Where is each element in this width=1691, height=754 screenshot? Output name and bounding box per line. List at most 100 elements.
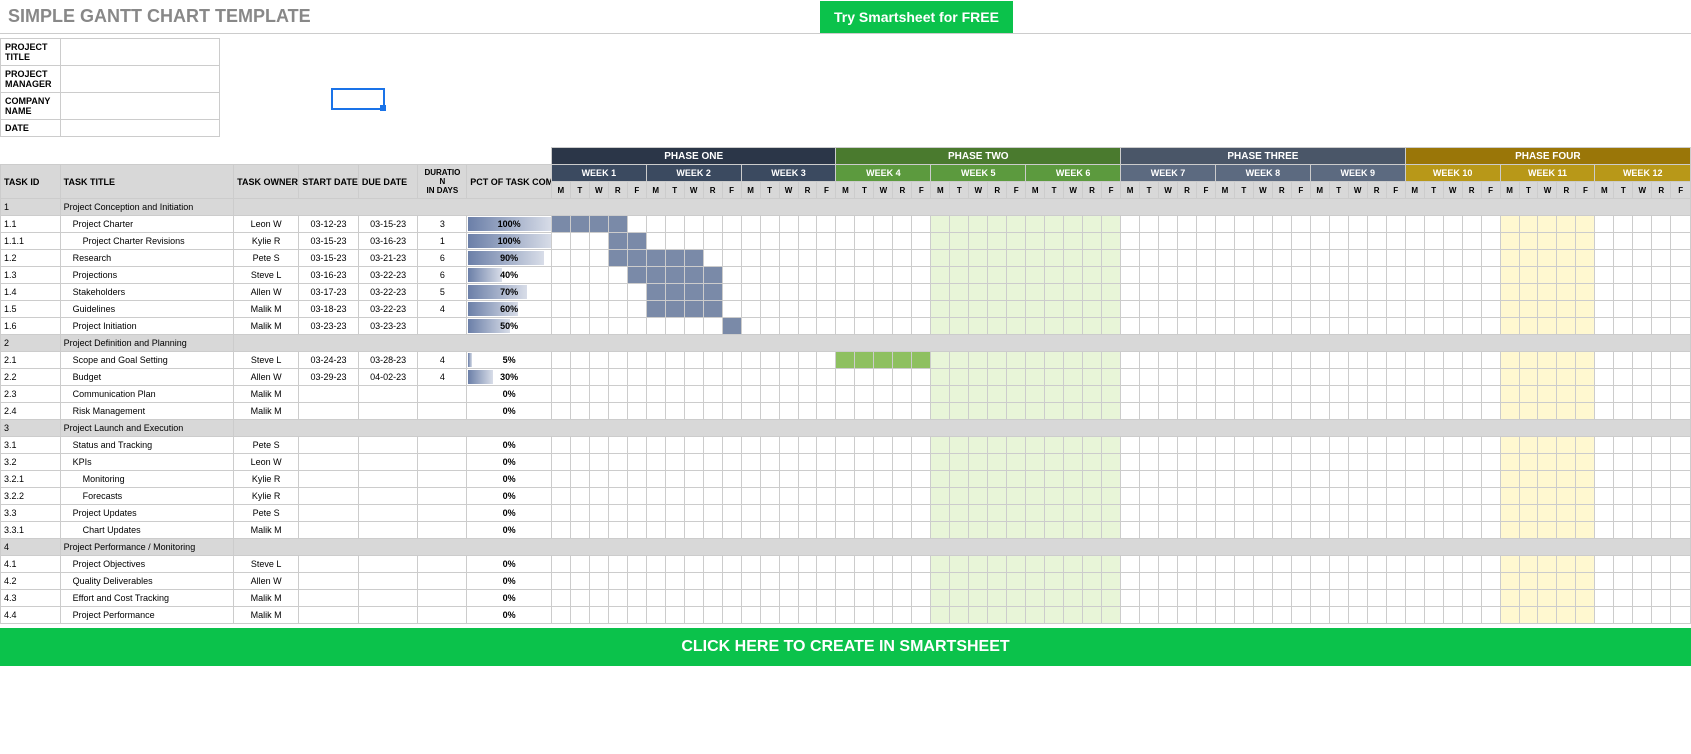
gantt-cell[interactable] (1500, 267, 1519, 284)
gantt-cell[interactable] (551, 590, 570, 607)
gantt-cell[interactable] (779, 573, 798, 590)
table-row[interactable]: 2Project Definition and Planning (1, 335, 1691, 352)
table-row[interactable]: 4.4Project PerformanceMalik M0% (1, 607, 1691, 624)
gantt-cell[interactable] (684, 267, 703, 284)
gantt-cell[interactable] (779, 454, 798, 471)
gantt-cell[interactable] (1253, 250, 1272, 267)
gantt-cell[interactable] (855, 284, 874, 301)
cell-owner[interactable]: Malik M (234, 403, 299, 420)
gantt-cell[interactable] (1481, 556, 1500, 573)
gantt-cell[interactable] (741, 318, 760, 335)
cell-due[interactable] (358, 488, 418, 505)
gantt-cell[interactable] (589, 590, 608, 607)
gantt-cell[interactable] (1671, 233, 1691, 250)
gantt-cell[interactable] (1519, 352, 1538, 369)
gantt-cell[interactable] (1500, 352, 1519, 369)
gantt-cell[interactable] (1443, 216, 1462, 233)
gantt-cell[interactable] (931, 471, 950, 488)
gantt-cell[interactable] (1083, 522, 1102, 539)
gantt-cell[interactable] (1614, 488, 1633, 505)
gantt-cell[interactable] (817, 437, 836, 454)
gantt-cell[interactable] (1045, 301, 1064, 318)
gantt-cell[interactable] (855, 454, 874, 471)
gantt-cell[interactable] (817, 386, 836, 403)
gantt-cell[interactable] (1405, 522, 1424, 539)
gantt-cell[interactable] (1595, 352, 1614, 369)
gantt-cell[interactable] (1026, 488, 1045, 505)
cell-pct[interactable]: 70% (467, 284, 552, 301)
gantt-cell[interactable] (1121, 403, 1140, 420)
gantt-cell[interactable] (1405, 488, 1424, 505)
gantt-cell[interactable] (1026, 352, 1045, 369)
gantt-cell[interactable] (1140, 573, 1159, 590)
gantt-cell[interactable] (798, 369, 817, 386)
gantt-cell[interactable] (969, 318, 988, 335)
gantt-cell[interactable] (589, 318, 608, 335)
gantt-cell[interactable] (627, 369, 646, 386)
gantt-cell[interactable] (589, 403, 608, 420)
gantt-cell[interactable] (988, 488, 1007, 505)
gantt-cell[interactable] (1671, 267, 1691, 284)
gantt-cell[interactable] (1652, 267, 1671, 284)
gantt-cell[interactable] (1140, 369, 1159, 386)
gantt-cell[interactable] (779, 267, 798, 284)
gantt-cell[interactable] (1614, 454, 1633, 471)
gantt-cell[interactable] (1234, 250, 1253, 267)
gantt-cell[interactable] (1576, 369, 1595, 386)
gantt-cell[interactable] (1386, 556, 1405, 573)
cell-due[interactable]: 03-21-23 (358, 250, 418, 267)
gantt-cell[interactable] (1595, 284, 1614, 301)
gantt-cell[interactable] (1500, 590, 1519, 607)
gantt-cell[interactable] (1481, 318, 1500, 335)
gantt-cell[interactable] (1500, 233, 1519, 250)
gantt-cell[interactable] (1481, 607, 1500, 624)
gantt-cell[interactable] (1140, 403, 1159, 420)
gantt-cell[interactable] (893, 590, 912, 607)
gantt-cell[interactable] (1064, 573, 1083, 590)
gantt-cell[interactable] (1462, 233, 1481, 250)
gantt-cell[interactable] (1614, 284, 1633, 301)
gantt-cell[interactable] (931, 352, 950, 369)
gantt-cell[interactable] (1538, 556, 1557, 573)
cell-task-title[interactable]: Project Launch and Execution (60, 420, 234, 437)
cell-task-id[interactable]: 1.2 (1, 250, 61, 267)
gantt-cell[interactable] (1026, 284, 1045, 301)
gantt-cell[interactable] (1310, 216, 1329, 233)
gantt-cell[interactable] (1026, 386, 1045, 403)
gantt-cell[interactable] (1177, 522, 1196, 539)
gantt-cell[interactable] (1386, 454, 1405, 471)
gantt-cell[interactable] (1234, 267, 1253, 284)
gantt-cell[interactable] (1633, 233, 1652, 250)
gantt-cell[interactable] (836, 301, 855, 318)
cell-task-id[interactable]: 3.2.2 (1, 488, 61, 505)
gantt-cell[interactable] (1443, 556, 1462, 573)
gantt-cell[interactable] (589, 233, 608, 250)
gantt-cell[interactable] (1102, 216, 1121, 233)
gantt-cell[interactable] (1140, 284, 1159, 301)
gantt-cell[interactable] (722, 369, 741, 386)
gantt-cell[interactable] (1595, 505, 1614, 522)
gantt-cell[interactable] (1121, 352, 1140, 369)
gantt-cell[interactable] (1121, 471, 1140, 488)
gantt-cell[interactable] (1083, 437, 1102, 454)
cell-due[interactable] (358, 454, 418, 471)
gantt-cell[interactable] (1064, 471, 1083, 488)
gantt-cell[interactable] (779, 607, 798, 624)
gantt-cell[interactable] (988, 233, 1007, 250)
gantt-cell[interactable] (1196, 301, 1215, 318)
gantt-cell[interactable] (1500, 471, 1519, 488)
gantt-cell[interactable] (1177, 556, 1196, 573)
gantt-cell[interactable] (1367, 454, 1386, 471)
gantt-cell[interactable] (1348, 284, 1367, 301)
gantt-cell[interactable] (1329, 301, 1348, 318)
gantt-cell[interactable] (627, 267, 646, 284)
gantt-cell[interactable] (1083, 250, 1102, 267)
gantt-cell[interactable] (1045, 267, 1064, 284)
gantt-cell[interactable] (1367, 216, 1386, 233)
gantt-cell[interactable] (1045, 488, 1064, 505)
gantt-cell[interactable] (1272, 556, 1291, 573)
gantt-cell[interactable] (1557, 488, 1576, 505)
gantt-cell[interactable] (1253, 488, 1272, 505)
gantt-cell[interactable] (722, 454, 741, 471)
gantt-cell[interactable] (570, 267, 589, 284)
